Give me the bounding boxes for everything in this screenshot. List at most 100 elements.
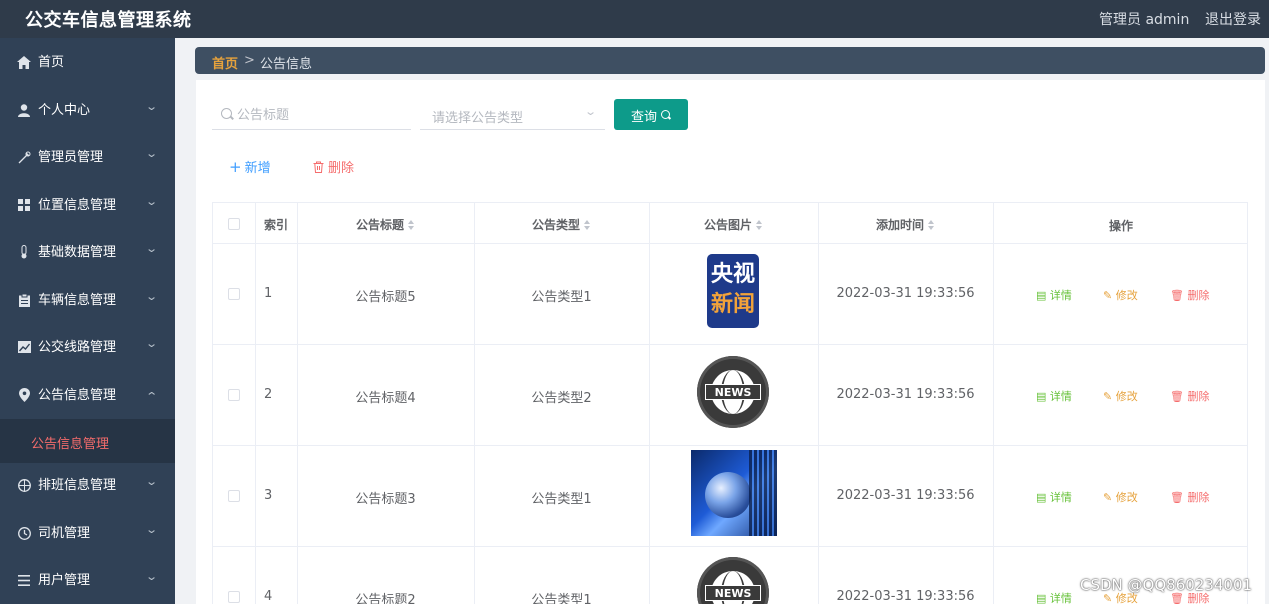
col-header-ops: 操作 (1108, 219, 1133, 233)
cell-title: 公告标题2 (355, 593, 416, 604)
col-header-time[interactable]: 添加时间 (818, 216, 993, 233)
sidebar-item-location[interactable]: 位置信息管理 ⌄ (0, 182, 175, 229)
chevron-down-icon: ⌄ (145, 147, 159, 160)
search-icon (661, 110, 670, 119)
cell-type: 公告类型1 (531, 593, 592, 604)
select-all-checkbox[interactable] (228, 218, 240, 230)
light-bars (749, 450, 777, 536)
news-banner: NEWS (705, 384, 761, 400)
column-divider (818, 203, 819, 604)
batch-delete-label: 删除 (328, 161, 355, 176)
col-header-type-label: 公告类型 (531, 218, 580, 232)
sidebar-item-label: 基础数据管理 (38, 245, 117, 260)
delete-label: 删除 (1187, 390, 1210, 403)
logout-link[interactable]: 退出登录 (1205, 9, 1261, 29)
sidebar-item-vehicle[interactable]: 车辆信息管理 ⌄ (0, 277, 175, 324)
row-checkbox[interactable] (228, 591, 240, 603)
sidebar-item-admin[interactable]: 管理员管理 ⌄ (0, 134, 175, 181)
type-select[interactable]: 请选择公告类型 ⌄ (420, 99, 605, 130)
row-checkbox[interactable] (228, 490, 240, 502)
cell-time: 2022-03-31 19:33:56 (836, 488, 975, 503)
sidebar-item-schedule[interactable]: 排班信息管理 ⌄ (0, 462, 175, 509)
sidebar: 首页 个人中心 ⌄ 管理员管理 ⌄ 位置信息管理 ⌄ 基础数据管理 ⌄ 车辆信息… (0, 38, 175, 604)
blue-tech-image (691, 450, 777, 536)
sidebar-item-label: 个人中心 (38, 103, 91, 118)
sidebar-item-driver[interactable]: 司机管理 ⌄ (0, 510, 175, 557)
sort-icon[interactable] (928, 220, 935, 231)
add-button[interactable]: + 新增 (229, 157, 271, 176)
edit-button[interactable]: ✎ 修改 (1103, 287, 1138, 303)
edit-button[interactable]: ✎ 修改 (1103, 388, 1138, 404)
globe-orb (705, 472, 751, 518)
sort-icon[interactable] (756, 220, 763, 231)
delete-button[interactable]: 🗑 删除 (1170, 388, 1209, 404)
watermark: CSDN @QQ860234001 (1080, 576, 1253, 594)
sidebar-item-personal[interactable]: 个人中心 ⌄ (0, 87, 175, 134)
delete-button[interactable]: 🗑 删除 (1170, 489, 1209, 505)
edit-label: 修改 (1115, 289, 1138, 302)
cell-index: 4 (264, 589, 273, 604)
col-header-image-label: 公告图片 (703, 218, 752, 232)
sidebar-item-notice[interactable]: 公告信息管理 ⌄ (0, 372, 175, 419)
sidebar-item-basic-data[interactable]: 基础数据管理 ⌄ (0, 229, 175, 276)
sidebar-item-bus-line[interactable]: 公交线路管理 ⌄ (0, 324, 175, 371)
breadcrumb: 首页 > 公告信息 (195, 47, 1265, 74)
detail-button[interactable]: ▤ 详情 (1036, 489, 1072, 505)
query-button-label: 查询 (631, 110, 658, 125)
chevron-down-icon: ⌄ (145, 337, 159, 350)
sidebar-item-user[interactable]: 用户管理 ⌄ (0, 557, 175, 604)
row-checkbox[interactable] (228, 288, 240, 300)
thermometer-icon (17, 245, 31, 259)
col-header-image[interactable]: 公告图片 (649, 216, 818, 233)
edit-label: 修改 (1115, 390, 1138, 403)
app-title: 公交车信息管理系统 (25, 10, 192, 31)
query-button[interactable]: 查询 (614, 99, 688, 130)
title-search-field[interactable] (212, 99, 411, 130)
tool-icon (17, 150, 31, 164)
cell-time: 2022-03-31 19:33:56 (836, 589, 975, 604)
cell-title: 公告标题4 (355, 391, 416, 406)
cell-index: 2 (264, 387, 273, 402)
cctv-news-logo: 央视 新闻 (707, 254, 759, 328)
sort-icon[interactable] (408, 220, 415, 231)
edit-button[interactable]: ✎ 修改 (1103, 489, 1138, 505)
breadcrumb-current: 公告信息 (260, 57, 313, 72)
news-globe-icon: NEWS (697, 356, 769, 428)
chevron-down-icon: ⌄ (145, 523, 159, 536)
cell-type: 公告类型1 (531, 290, 592, 305)
chevron-down-icon: ⌄ (145, 195, 159, 208)
row-checkbox[interactable] (228, 389, 240, 401)
chevron-up-icon: ⌄ (145, 389, 159, 402)
sidebar-subitem-label: 公告信息管理 (31, 437, 110, 452)
notice-table: 索引 公告标题 公告类型 公告图片 添加时间 操作 1 公告标题5 公告类型1 … (212, 202, 1248, 604)
title-search-input[interactable] (237, 104, 402, 126)
row-divider (213, 546, 1247, 547)
sidebar-item-home[interactable]: 首页 (0, 39, 175, 86)
detail-button[interactable]: ▤ 详情 (1036, 388, 1072, 404)
cell-title: 公告标题3 (355, 492, 416, 507)
cell-index: 3 (264, 488, 273, 503)
row-divider (213, 243, 1247, 244)
col-header-type[interactable]: 公告类型 (474, 216, 649, 233)
sidebar-item-label: 管理员管理 (38, 150, 104, 165)
cctv-logo-line2: 新闻 (710, 292, 755, 317)
sort-icon[interactable] (584, 220, 591, 231)
breadcrumb-home[interactable]: 首页 (212, 53, 238, 72)
column-divider (993, 203, 994, 604)
sidebar-item-label: 车辆信息管理 (38, 293, 117, 308)
sidebar-item-label: 用户管理 (38, 573, 91, 588)
detail-button[interactable]: ▤ 详情 (1036, 590, 1072, 604)
sidebar-subitem-notice-manage[interactable]: 公告信息管理 (0, 419, 175, 463)
cctv-logo-line1: 央视 (710, 262, 755, 287)
batch-delete-button[interactable]: 删除 (313, 157, 354, 176)
news-banner: NEWS (705, 585, 761, 601)
chevron-down-icon: ⌄ (145, 570, 159, 583)
delete-button[interactable]: 🗑 删除 (1170, 287, 1209, 303)
sidebar-item-label: 位置信息管理 (38, 198, 117, 213)
col-header-title[interactable]: 公告标题 (297, 216, 474, 233)
cell-time: 2022-03-31 19:33:56 (836, 387, 975, 402)
chevron-down-icon: ⌄ (145, 290, 159, 303)
delete-label: 删除 (1187, 491, 1210, 504)
detail-button[interactable]: ▤ 详情 (1036, 287, 1072, 303)
location-icon (17, 388, 31, 402)
